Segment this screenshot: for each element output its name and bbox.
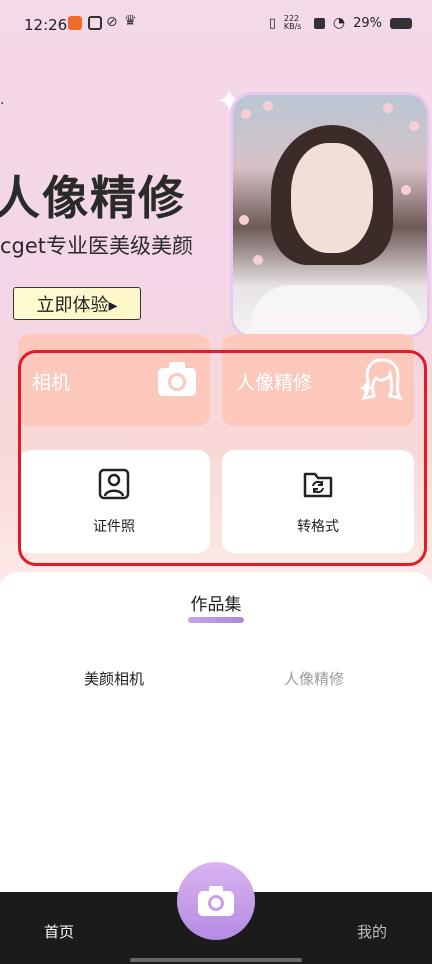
nav-camera-button[interactable] <box>177 862 255 940</box>
home-indicator[interactable] <box>130 958 302 962</box>
works-title-underline <box>188 617 244 623</box>
nav-home[interactable]: 首页 <box>44 921 74 942</box>
vibrate-icon: ▯ <box>268 15 276 31</box>
nav-me[interactable]: 我的 <box>357 921 387 942</box>
highlight-outline <box>18 350 427 566</box>
battery-icon <box>390 17 412 29</box>
sparkle-small-icon: · <box>0 96 5 112</box>
battery-percent: 29% <box>353 15 382 31</box>
banner-subtitle: cget专业医美级美颜 <box>0 234 194 258</box>
status-right: ▯ 222 KB/s ◔ 29% <box>269 15 412 31</box>
crown-icon: ♛ <box>124 13 137 29</box>
mail-icon <box>88 16 102 30</box>
works-title: 作品集 <box>190 595 242 615</box>
banner-portrait-image[interactable] <box>230 92 430 338</box>
status-time: 12:26 <box>24 16 68 34</box>
sim-off-icon <box>313 17 325 29</box>
tab-beauty-camera[interactable]: 美颜相机 <box>84 668 144 689</box>
try-now-button[interactable]: 立即体验▸ <box>13 287 141 320</box>
wifi-icon: ◔ <box>332 15 346 31</box>
link-icon: ⊘ <box>106 14 118 30</box>
network-speed: 222 KB/s <box>283 14 302 31</box>
camera-icon <box>198 886 234 916</box>
status-bar: 12:26 ⊘ ♛ ▯ 222 KB/s ◔ 29% <box>0 0 432 52</box>
app-notification-icon <box>68 16 82 30</box>
banner-title: 人像精修 <box>0 171 186 225</box>
tab-portrait-retouch[interactable]: 人像精修 <box>284 668 344 689</box>
